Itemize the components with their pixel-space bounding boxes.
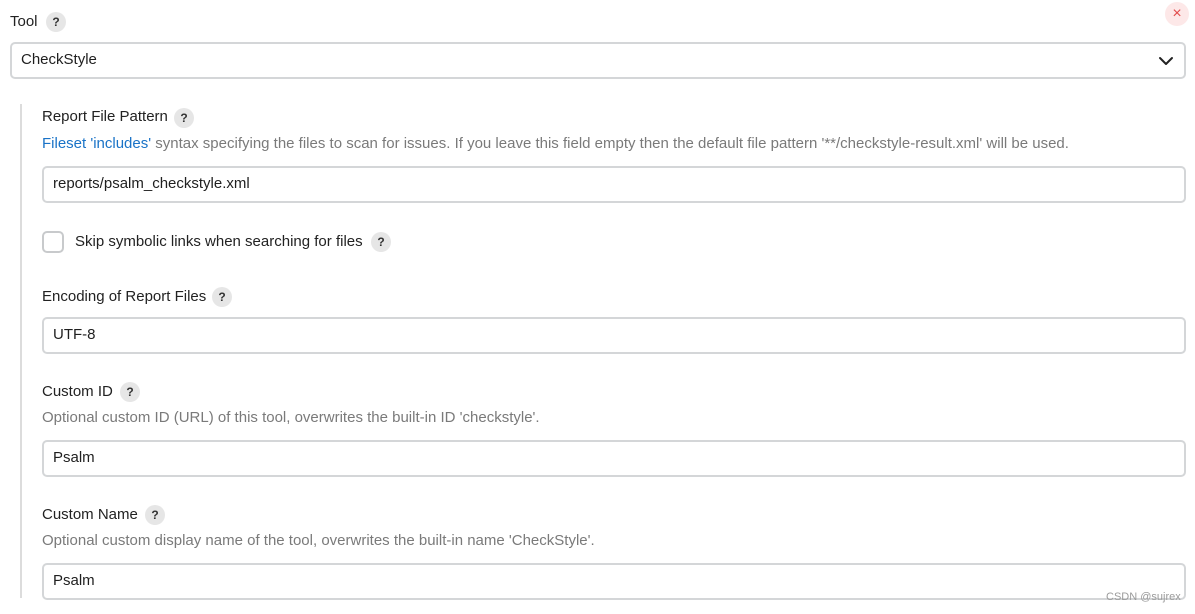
report-file-pattern-help-icon[interactable]: ? [174,108,194,128]
report-file-pattern-input[interactable]: reports/psalm_checkstyle.xml [42,166,1186,203]
encoding-input[interactable]: UTF-8 [42,317,1186,354]
tool-select-value: CheckStyle [21,51,97,68]
tool-select[interactable]: CheckStyle [10,42,1186,79]
custom-id-description: Optional custom ID (URL) of this tool, o… [42,409,540,426]
delete-tool-button[interactable]: × [1165,2,1189,26]
custom-id-input[interactable]: Psalm [42,440,1186,477]
encoding-value: UTF-8 [53,326,96,343]
encoding-help-icon[interactable]: ? [212,287,232,307]
custom-id-help-icon[interactable]: ? [120,382,140,402]
custom-name-input[interactable]: Psalm [42,563,1186,600]
skip-symlinks-label: Skip symbolic links when searching for f… [75,233,363,250]
custom-name-label: Custom Name [42,506,138,523]
chevron-down-icon [1159,57,1173,65]
section-border [20,104,22,598]
fileset-includes-link[interactable]: Fileset 'includes' [42,135,151,152]
tool-help-icon[interactable]: ? [46,12,66,32]
encoding-label: Encoding of Report Files [42,288,207,305]
report-file-pattern-label: Report File Pattern [42,108,168,125]
custom-id-label: Custom ID [42,383,113,400]
custom-name-value: Psalm [53,572,95,589]
skip-symlinks-checkbox[interactable] [42,231,64,253]
report-file-pattern-desc-text: syntax specifying the files to scan for … [151,135,1069,152]
close-icon: × [1172,5,1182,22]
skip-symlinks-help-icon[interactable]: ? [371,232,391,252]
custom-id-value: Psalm [53,449,95,466]
report-file-pattern-description: Fileset 'includes' syntax specifying the… [42,134,1069,154]
custom-name-description: Optional custom display name of the tool… [42,532,595,549]
report-file-pattern-value: reports/psalm_checkstyle.xml [53,175,250,192]
custom-name-help-icon[interactable]: ? [145,505,165,525]
tool-label: Tool [10,13,38,30]
watermark: CSDN @sujrex [1106,591,1181,603]
